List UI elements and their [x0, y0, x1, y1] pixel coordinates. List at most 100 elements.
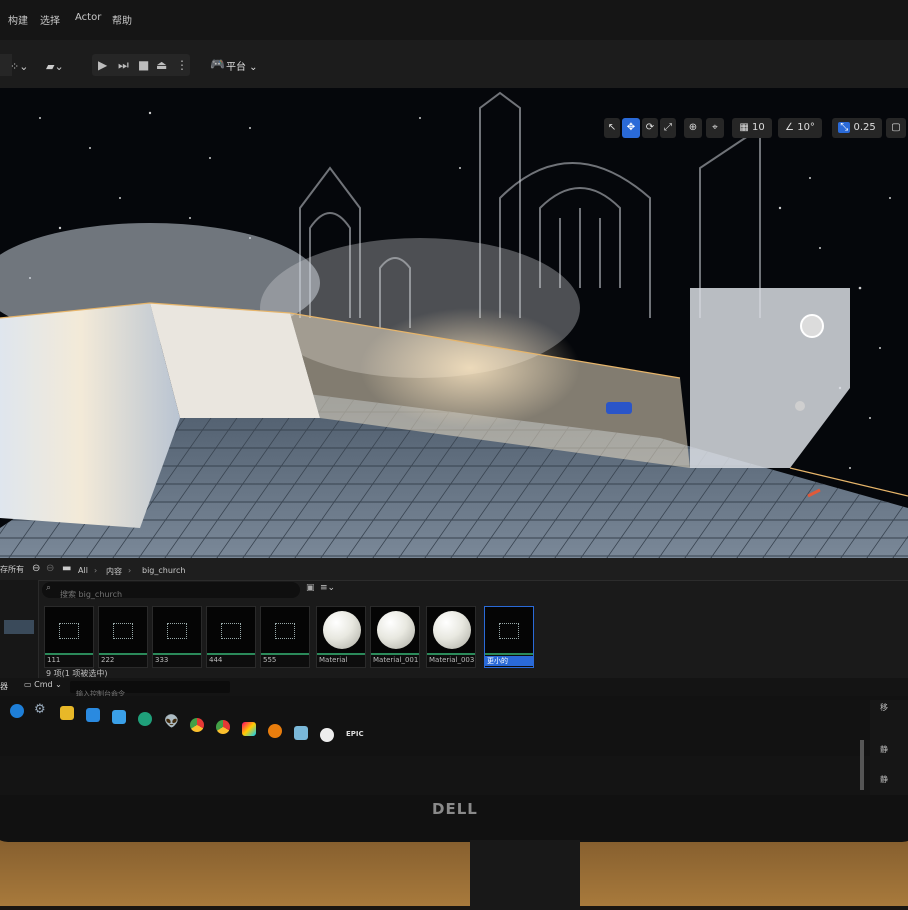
step-icon[interactable]: ⏭ [118, 58, 129, 73]
asset-tile[interactable]: Material_001 [370, 606, 420, 668]
asset-tile[interactable]: 555 [260, 606, 310, 668]
windows-taskbar: ⚙ 👽 EPIC [0, 696, 908, 756]
main-toolbar: ⁘⌄ ▰⌄ ▶ ⏭ ■ ⏏ ⋮ 🎮 平台 ⌄ [0, 40, 908, 89]
asset-type-bar [261, 653, 309, 655]
scale-snap-button[interactable]: ⤡ 0.25 [832, 118, 882, 138]
chrome-icon[interactable] [190, 718, 204, 732]
asset-tile[interactable]: 444 [206, 606, 256, 668]
angle-icon: ∠ [785, 122, 795, 133]
asset-tile[interactable]: 333 [152, 606, 202, 668]
source-item-selected[interactable] [4, 620, 34, 634]
chrome-alt-icon[interactable] [216, 720, 230, 734]
play-icon[interactable]: ▶ [98, 58, 107, 72]
photo-icon[interactable] [294, 726, 308, 740]
unreal-icon[interactable] [320, 728, 334, 742]
colorful-icon[interactable] [242, 722, 256, 736]
filter-icon[interactable]: ≡⌄ [320, 583, 335, 593]
console-command-box[interactable] [70, 681, 230, 699]
search-icon: ⌕ [46, 583, 52, 593]
translate-tool-icon[interactable]: ✥ [622, 118, 640, 138]
more-options-icon[interactable]: ⋮ [176, 58, 188, 72]
monitor-brand-logo: DELL [432, 800, 478, 818]
menu-select[interactable]: 选择 [40, 12, 60, 27]
menu-build[interactable]: 构建 [8, 12, 28, 27]
store-icon[interactable] [112, 710, 126, 724]
menu-actor[interactable]: Actor [75, 12, 101, 23]
history-forward-icon[interactable]: ⊖ [46, 563, 54, 574]
breadcrumb-all[interactable]: All [78, 566, 88, 575]
asset-thumbnail [99, 607, 147, 653]
asset-tile[interactable]: 111 [44, 606, 94, 668]
stop-icon[interactable]: ■ [138, 58, 149, 72]
asset-label: 222 [101, 656, 115, 664]
output-log-label[interactable]: 器 [0, 681, 8, 692]
transform-mode-icon[interactable]: ⁘⌄ [10, 60, 28, 73]
world-local-icon[interactable]: ⊕ [684, 118, 702, 138]
breadcrumb-big-church[interactable]: big_church [142, 566, 186, 575]
pointcloud-preview-icon [59, 623, 79, 639]
asset-label: 更小的 [485, 656, 533, 666]
asset-search-box[interactable]: ⌕ [42, 582, 300, 600]
blender-icon[interactable] [268, 724, 282, 738]
sphere-icon [433, 611, 471, 649]
edge-icon[interactable] [138, 712, 152, 726]
menu-bar: 构建 选择 Actor 帮助 [0, 0, 908, 40]
pointcloud-preview-icon [499, 623, 519, 639]
level-viewport[interactable] [0, 88, 908, 558]
platform-dropdown[interactable]: 平台 ⌄ [226, 58, 258, 73]
details-item-2[interactable]: 静 [880, 774, 888, 785]
rotation-snap-button[interactable]: ∠ 10° [778, 118, 822, 138]
snap-tools-icon[interactable]: ▰⌄ [46, 60, 64, 73]
select-tool-icon[interactable]: ↖ [604, 118, 620, 138]
details-item-1[interactable]: 静 [880, 744, 888, 755]
asset-type-bar [427, 653, 475, 655]
asset-type-bar [371, 653, 419, 655]
asset-thumbnail [45, 607, 93, 653]
camera-speed-icon[interactable]: ▢ [886, 118, 906, 138]
calendar-icon[interactable] [86, 708, 100, 722]
alien-icon[interactable]: 👽 [164, 714, 179, 728]
asset-label: Material_003 [429, 656, 475, 664]
grid-snap-button[interactable]: ▦ 10 [732, 118, 772, 138]
menu-help[interactable]: 帮助 [112, 12, 132, 27]
scrollbar[interactable] [860, 740, 864, 790]
save-search-icon[interactable]: ▣ [306, 583, 315, 593]
folder-icon: ▬ [62, 563, 72, 574]
eject-icon[interactable]: ⏏ [156, 58, 167, 72]
sphere-icon [323, 611, 361, 649]
asset-tile[interactable]: Material [316, 606, 366, 668]
history-back-icon[interactable]: ⊖ [32, 563, 40, 574]
asset-search-input[interactable] [58, 589, 282, 600]
details-item-0[interactable]: 移 [880, 702, 888, 713]
asset-tile[interactable]: 更小的 [484, 606, 534, 668]
asset-thumbnail [485, 607, 533, 653]
cmd-dropdown[interactable]: ▭ Cmd ⌄ [24, 680, 62, 689]
pointcloud-preview-icon [275, 623, 295, 639]
scale-snap-icon: ⤡ [838, 122, 851, 133]
asset-type-bar [45, 653, 93, 655]
asset-type-bar [153, 653, 201, 655]
breadcrumb-content[interactable]: 内容 [106, 566, 122, 577]
folder-icon[interactable] [60, 706, 74, 720]
grid-snap-value: 10 [751, 122, 765, 133]
content-browser-header: 存所有 ⊖ ⊖ ▬ All › 内容 › big_church [0, 558, 908, 581]
console-bar: 器 ▭ Cmd ⌄ [0, 678, 908, 699]
surface-snap-icon[interactable]: ⌖ [706, 118, 724, 138]
asset-tile[interactable]: Material_003 [426, 606, 476, 668]
rotate-tool-icon[interactable]: ⟳ [642, 118, 658, 138]
asset-tile[interactable]: 222 [98, 606, 148, 668]
material-sphere-thumbnail [371, 607, 419, 653]
material-sphere-thumbnail [427, 607, 475, 653]
asset-thumbnail [153, 607, 201, 653]
asset-label: Material_001 [373, 656, 419, 664]
save-all-label[interactable]: 存所有 [0, 564, 24, 575]
asset-label: 333 [155, 656, 169, 664]
breadcrumb-separator: › [94, 566, 98, 575]
epic-icon[interactable]: EPIC [346, 730, 364, 738]
pointcloud-preview-icon [221, 623, 241, 639]
app-icon-blue[interactable] [10, 704, 24, 718]
scale-snap-value: 0.25 [853, 122, 876, 133]
scale-tool-icon[interactable]: ⤢ [660, 118, 676, 138]
monitor-stand [470, 840, 580, 910]
gear-icon[interactable]: ⚙ [34, 702, 46, 717]
